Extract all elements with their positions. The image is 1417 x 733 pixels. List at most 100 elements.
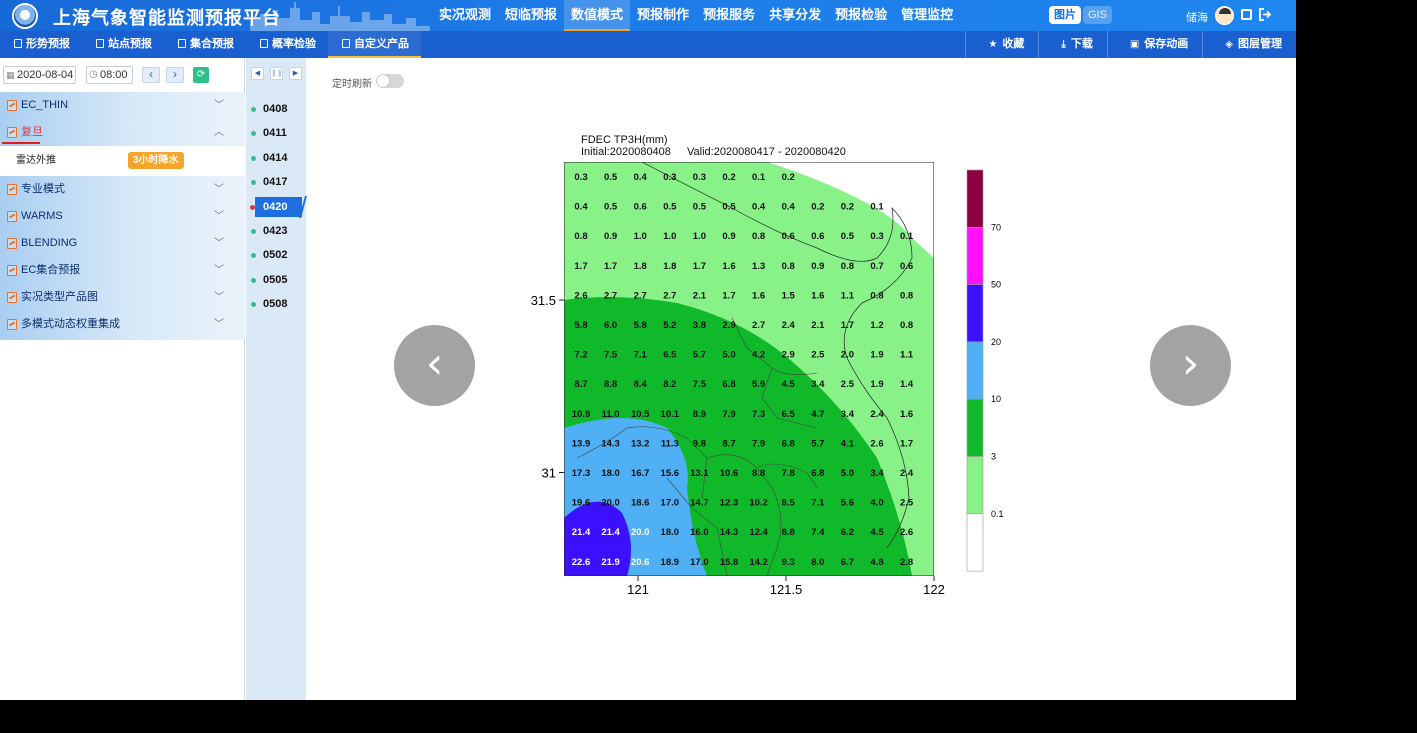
- colorbar-segment: [966, 341, 984, 400]
- grid-value-label: 11.3: [661, 438, 679, 449]
- sub-nav-item[interactable]: 集合预报: [164, 31, 246, 58]
- grid-value-label: 6.5: [782, 409, 796, 420]
- gis-mode-button[interactable]: GIS: [1083, 6, 1112, 24]
- grid-value-label: 3.4: [811, 379, 825, 390]
- menu-item[interactable]: 实况类型产品图 ﹀: [0, 284, 245, 311]
- time-prev-button[interactable]: ◀: [251, 67, 264, 80]
- grid-value-label: 7.1: [811, 498, 825, 509]
- menu-item[interactable]: EC集合预报 ﹀: [0, 257, 245, 284]
- time-item-label: 0420: [263, 200, 288, 213]
- time-item[interactable]: 0417: [246, 172, 306, 192]
- menu-item[interactable]: EC_THIN ﹀: [0, 92, 245, 119]
- time-item[interactable]: 0420: [250, 196, 302, 217]
- skyline-decoration-icon: [250, 2, 430, 31]
- grid-value-label: 1.4: [900, 379, 914, 390]
- favorite-button[interactable]: ★ 收藏: [965, 31, 1038, 58]
- time-item[interactable]: 0508: [246, 294, 306, 314]
- grid-value-label: 0.6: [900, 261, 913, 272]
- time-item[interactable]: 0411: [246, 123, 306, 143]
- sub-nav-item[interactable]: 形势预报: [0, 31, 82, 58]
- main-nav-item[interactable]: 预报检验: [828, 0, 894, 31]
- colorbar: 70 50 20 10 3 0.1: [966, 169, 1004, 572]
- grid-value-label: 2.0: [841, 350, 854, 361]
- grid-value-label: 0.4: [574, 202, 588, 213]
- prev-image-button[interactable]: ‹: [394, 325, 475, 406]
- avatar[interactable]: [1215, 6, 1234, 25]
- grid-value-label: 5.7: [693, 350, 706, 361]
- time-play-button[interactable]: ❚❚: [270, 67, 283, 80]
- menu-item[interactable]: BLENDING ﹀: [0, 230, 245, 257]
- grid-value-label: 20.0: [631, 527, 650, 538]
- grid-value-label: 1.6: [752, 290, 765, 301]
- main-nav-item[interactable]: 预报制作: [630, 0, 696, 31]
- grid-value-label: 5.8: [574, 320, 587, 331]
- main-nav-item[interactable]: 短临预报: [498, 0, 564, 31]
- main-nav-item[interactable]: 预报服务: [696, 0, 762, 31]
- app-window: 上海气象智能监测预报平台 实况观测 短临预报 数值模式 预报制作 预报服务 共享分发 预报检…: [0, 0, 1296, 700]
- download-button[interactable]: ⤓ 下载: [1038, 31, 1106, 58]
- time-next-button[interactable]: ▶: [289, 67, 302, 80]
- grid-value-label: 2.7: [604, 290, 617, 301]
- fullscreen-icon[interactable]: [1241, 9, 1252, 20]
- menu-item[interactable]: 复旦 ︿: [0, 119, 245, 146]
- logout-icon[interactable]: [1258, 8, 1271, 21]
- refresh-button[interactable]: ⟳: [193, 67, 209, 83]
- main-nav-item[interactable]: 数值模式: [564, 0, 631, 31]
- layer-manage-button[interactable]: ◈ 图层管理: [1202, 31, 1296, 58]
- sub-nav-item[interactable]: 自定义产品: [328, 31, 421, 58]
- document-icon: [14, 39, 22, 48]
- chart-subtitle-initial: Initial:2020080408: [581, 146, 671, 158]
- auto-refresh-toggle[interactable]: [376, 74, 404, 88]
- colorbar-segment: [966, 513, 984, 572]
- date-picker[interactable]: 2020-08-04: [3, 66, 76, 84]
- time-item[interactable]: 0423: [246, 221, 306, 241]
- main-nav-item[interactable]: 共享分发: [762, 0, 828, 31]
- grid-value-label: 13.2: [631, 438, 650, 449]
- time-item[interactable]: 0414: [246, 148, 306, 168]
- grid-value-label: 17.0: [661, 498, 680, 509]
- time-picker[interactable]: 08:00: [86, 66, 133, 84]
- grid-value-label: 14.3: [601, 438, 620, 449]
- grid-value-label: 13.9: [572, 438, 591, 449]
- grid-value-label: 0.5: [722, 202, 736, 213]
- colorbar-segment: [966, 227, 984, 285]
- grid-value-label: 1.7: [693, 261, 706, 272]
- colorbar-label: 20: [991, 337, 1001, 347]
- time-item[interactable]: 0505: [246, 270, 306, 290]
- document-icon: [260, 39, 268, 48]
- grid-value-label: 4.5: [782, 379, 796, 390]
- colorbar-label: 70: [991, 222, 1001, 232]
- chart-title: FDEC TP3H(mm): [581, 134, 668, 146]
- forecast-time-list: ◀ ❚❚ ▶ 0408 0411 0414 0417 0420 0423 0502 0505 0…: [246, 58, 306, 700]
- model-menu: EC_THIN ﹀ 复旦 ︿ 雷达外推 3小时降水 专业模式 ﹀ WARMS ﹀ BLENDING ﹀…: [0, 92, 245, 340]
- grid-value-label: 1.9: [870, 379, 883, 390]
- grid-value-label: 11.0: [602, 409, 620, 420]
- sub-nav-item[interactable]: 概率检验: [246, 31, 328, 58]
- grid-value-label: 1.0: [663, 231, 676, 242]
- menu-item[interactable]: WARMS ﹀: [0, 203, 245, 230]
- save-animation-button[interactable]: ▣ 保存动画: [1106, 31, 1202, 58]
- sub-nav-item[interactable]: 站点预报: [82, 31, 164, 58]
- grid-value-label: 12.4: [749, 527, 768, 538]
- submenu-item[interactable]: 雷达外推 3小时降水: [0, 146, 245, 176]
- main-nav-item[interactable]: 实况观测: [432, 0, 498, 31]
- grid-value-label: 2.1: [693, 290, 707, 301]
- time-item[interactable]: 0408: [246, 99, 306, 119]
- next-image-button[interactable]: ›: [1150, 325, 1231, 406]
- image-mode-button[interactable]: 图片: [1049, 6, 1081, 24]
- grid-value-label: 0.7: [870, 261, 883, 272]
- grid-value-label: 3.4: [870, 468, 884, 479]
- colorbar-segment: [966, 169, 984, 228]
- grid-value-label: 1.9: [870, 350, 883, 361]
- grid-value-label: 2.1: [811, 320, 825, 331]
- product-tag-button[interactable]: 3小时降水: [128, 152, 184, 169]
- chevron-down-icon: ﹀: [214, 100, 224, 111]
- prev-time-button[interactable]: ‹: [142, 67, 160, 83]
- next-time-button[interactable]: ›: [166, 67, 184, 83]
- time-item-label: 0408: [263, 103, 288, 115]
- time-item[interactable]: 0502: [246, 245, 306, 265]
- grid-value-label: 0.5: [604, 172, 618, 183]
- menu-item[interactable]: 专业模式 ﹀: [0, 176, 245, 203]
- main-nav-item[interactable]: 管理监控: [894, 0, 960, 31]
- menu-item[interactable]: 多模式动态权重集成 ﹀: [0, 311, 245, 338]
